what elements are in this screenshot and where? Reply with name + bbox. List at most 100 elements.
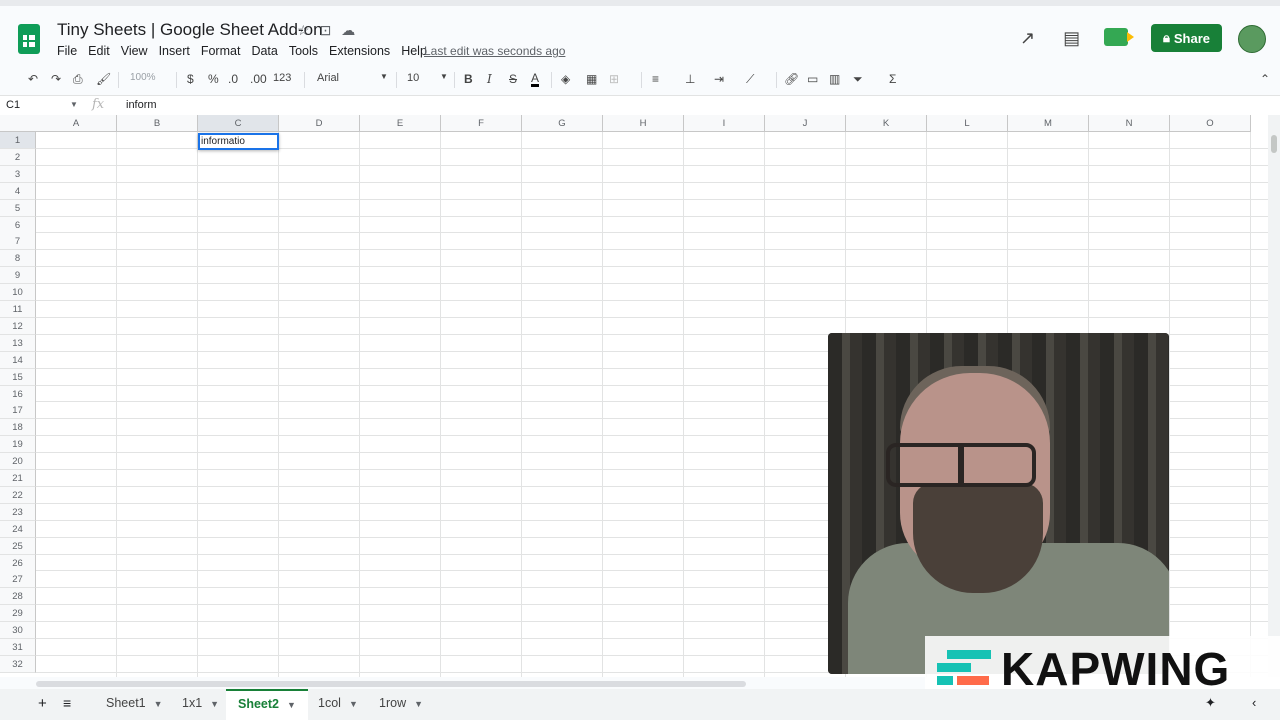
row-header-25[interactable]: 25 bbox=[0, 537, 36, 555]
row-header-32[interactable]: 32 bbox=[0, 655, 36, 673]
font-select[interactable]: Arial bbox=[317, 72, 339, 84]
row-header-12[interactable]: 12 bbox=[0, 317, 36, 335]
row-header-18[interactable]: 18 bbox=[0, 419, 36, 437]
side-panel-toggle-icon[interactable]: ‹ bbox=[1252, 695, 1256, 710]
chevron-down-icon[interactable]: ▼ bbox=[210, 699, 219, 709]
all-sheets-icon[interactable]: ≡ bbox=[63, 695, 71, 711]
row-header-11[interactable]: 11 bbox=[0, 301, 36, 318]
column-header-l[interactable]: L bbox=[927, 115, 1008, 132]
comments-icon[interactable]: ▤ bbox=[1063, 28, 1080, 49]
column-header-k[interactable]: K bbox=[846, 115, 927, 132]
meet-icon[interactable] bbox=[1104, 28, 1134, 46]
select-all-corner[interactable] bbox=[0, 115, 37, 132]
row-header-20[interactable]: 20 bbox=[0, 453, 36, 471]
sheet-tab-1col[interactable]: 1col ▼ bbox=[306, 689, 370, 720]
menu-item-data[interactable]: Data bbox=[251, 44, 277, 58]
redo-icon[interactable]: ↷ bbox=[51, 72, 61, 86]
document-title[interactable]: Tiny Sheets | Google Sheet Add-on bbox=[57, 20, 323, 40]
cloud-status-icon[interactable]: ☁ bbox=[341, 22, 355, 39]
column-header-n[interactable]: N bbox=[1089, 115, 1170, 132]
text-rotate-icon[interactable]: ⟋ bbox=[746, 72, 754, 87]
menu-item-insert[interactable]: Insert bbox=[159, 44, 190, 58]
row-header-2[interactable]: 2 bbox=[0, 148, 36, 166]
sheet-tab-1row[interactable]: 1row ▼ bbox=[367, 689, 435, 720]
sheet-tab-1x1[interactable]: 1x1 ▼ bbox=[170, 689, 231, 720]
add-sheet-icon[interactable]: + bbox=[38, 695, 47, 712]
share-button[interactable]: 🔒︎ Share bbox=[1151, 24, 1222, 52]
chevron-down-icon[interactable]: ▼ bbox=[349, 699, 358, 709]
row-header-27[interactable]: 27 bbox=[0, 571, 36, 589]
undo-icon[interactable]: ↶ bbox=[28, 72, 38, 86]
row-header-16[interactable]: 16 bbox=[0, 385, 36, 403]
chevron-down-icon[interactable]: ▼ bbox=[287, 700, 296, 710]
chevron-down-icon[interactable]: ▼ bbox=[70, 100, 78, 109]
sheets-logo-icon[interactable] bbox=[18, 24, 40, 54]
row-header-19[interactable]: 19 bbox=[0, 436, 36, 454]
row-header-21[interactable]: 21 bbox=[0, 470, 36, 487]
row-header-23[interactable]: 23 bbox=[0, 503, 36, 521]
more-formats-button[interactable]: 123 bbox=[273, 72, 291, 84]
chevron-down-icon[interactable]: ▼ bbox=[414, 699, 423, 709]
row-header-29[interactable]: 29 bbox=[0, 605, 36, 623]
align-left-icon[interactable]: ≡ bbox=[652, 72, 659, 86]
merge-cells-icon[interactable]: ⊞ bbox=[609, 72, 619, 86]
collapse-menu-icon[interactable]: ⌃ bbox=[1260, 72, 1270, 86]
sheet-tab-sheet1[interactable]: Sheet1 ▼ bbox=[94, 689, 175, 720]
row-header-7[interactable]: 7 bbox=[0, 233, 36, 251]
column-header-b[interactable]: B bbox=[117, 115, 198, 132]
row-header-24[interactable]: 24 bbox=[0, 520, 36, 538]
sheet-tab-sheet2[interactable]: Sheet2 ▼ bbox=[226, 689, 308, 720]
paint-format-icon[interactable]: 🖌︎ bbox=[96, 72, 111, 86]
explore-icon[interactable]: ✦ bbox=[1205, 695, 1216, 711]
italic-button[interactable]: I bbox=[487, 72, 492, 86]
row-header-10[interactable]: 10 bbox=[0, 284, 36, 302]
row-header-4[interactable]: 4 bbox=[0, 182, 36, 200]
currency-button[interactable]: $ bbox=[187, 72, 194, 86]
row-header-13[interactable]: 13 bbox=[0, 334, 36, 352]
menu-item-tools[interactable]: Tools bbox=[289, 44, 318, 58]
decrease-decimal-button[interactable]: .0 bbox=[228, 72, 238, 86]
filter-icon[interactable]: ⏷ bbox=[853, 72, 863, 87]
menu-item-view[interactable]: View bbox=[121, 44, 148, 58]
column-header-e[interactable]: E bbox=[360, 115, 441, 132]
menu-item-format[interactable]: Format bbox=[201, 44, 241, 58]
menu-item-edit[interactable]: Edit bbox=[88, 44, 110, 58]
activity-trend-icon[interactable]: ↗ bbox=[1020, 28, 1035, 49]
increase-decimal-button[interactable]: .00 bbox=[250, 72, 267, 86]
insert-link-icon[interactable]: 🔗︎ bbox=[784, 72, 799, 86]
row-header-26[interactable]: 26 bbox=[0, 554, 36, 572]
text-color-button[interactable]: A bbox=[531, 72, 540, 87]
formula-input[interactable]: inform bbox=[126, 99, 157, 111]
print-icon[interactable]: ⎙ bbox=[73, 72, 83, 87]
column-header-h[interactable]: H bbox=[603, 115, 684, 132]
row-header-3[interactable]: 3 bbox=[0, 165, 36, 183]
strikethrough-button[interactable]: S bbox=[509, 72, 517, 86]
move-folder-icon[interactable]: ⊡ bbox=[320, 22, 332, 39]
bold-button[interactable]: B bbox=[464, 72, 473, 86]
row-header-8[interactable]: 8 bbox=[0, 250, 36, 268]
font-size-select[interactable]: 10 bbox=[407, 72, 419, 84]
column-header-f[interactable]: F bbox=[441, 115, 522, 132]
column-header-c[interactable]: C bbox=[198, 115, 279, 132]
menu-item-extensions[interactable]: Extensions bbox=[329, 44, 390, 58]
row-header-22[interactable]: 22 bbox=[0, 486, 36, 504]
row-header-30[interactable]: 30 bbox=[0, 622, 36, 640]
row-header-14[interactable]: 14 bbox=[0, 351, 36, 369]
row-header-5[interactable]: 5 bbox=[0, 199, 36, 217]
row-header-1[interactable]: 1 bbox=[0, 132, 36, 149]
text-wrap-icon[interactable]: ⇥ bbox=[714, 72, 724, 86]
column-header-g[interactable]: G bbox=[522, 115, 603, 132]
vertical-scrollbar[interactable] bbox=[1268, 115, 1280, 677]
name-box[interactable]: C1 bbox=[6, 99, 76, 111]
column-header-j[interactable]: J bbox=[765, 115, 846, 132]
insert-comment-icon[interactable]: ▭ bbox=[807, 72, 818, 86]
star-icon[interactable]: ☆ bbox=[297, 22, 310, 39]
chevron-down-icon[interactable]: ▼ bbox=[440, 72, 448, 81]
row-header-28[interactable]: 28 bbox=[0, 588, 36, 606]
row-header-9[interactable]: 9 bbox=[0, 267, 36, 285]
active-cell-editor[interactable]: informatio bbox=[198, 133, 279, 150]
row-header-17[interactable]: 17 bbox=[0, 402, 36, 420]
row-header-6[interactable]: 6 bbox=[0, 216, 36, 234]
column-header-d[interactable]: D bbox=[279, 115, 360, 132]
borders-icon[interactable]: ▦ bbox=[586, 72, 597, 86]
